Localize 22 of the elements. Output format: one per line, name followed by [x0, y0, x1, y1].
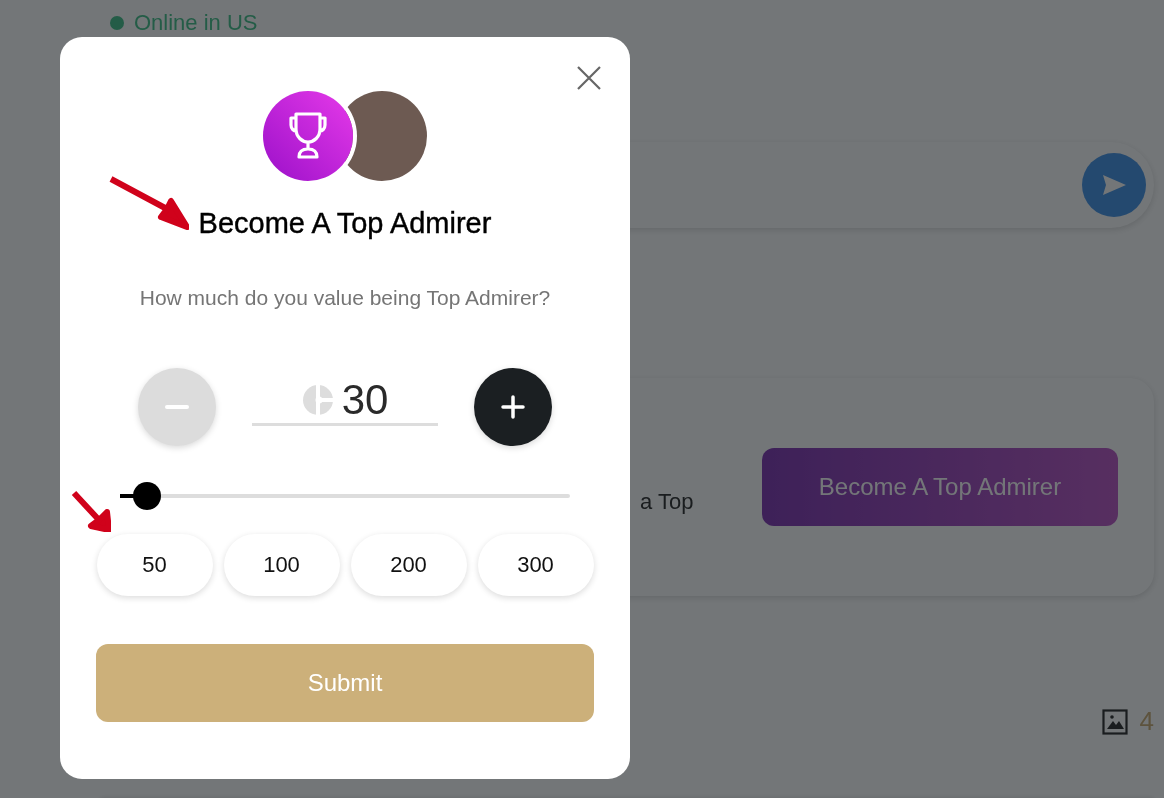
minus-icon — [165, 405, 189, 409]
annotation-arrow — [70, 490, 111, 532]
image-icon — [1101, 708, 1128, 735]
media-count: 4 — [1139, 706, 1154, 737]
trophy-icon — [288, 111, 328, 161]
question-text: How much do you value being Top Admirer? — [139, 286, 551, 310]
close-icon — [576, 65, 602, 91]
amount-slider[interactable] — [120, 482, 570, 510]
status-text: Online in US — [134, 10, 258, 36]
amount-field[interactable]: 30 — [252, 376, 438, 426]
preset-amount-button[interactable]: 100 — [223, 534, 340, 596]
preset-amount-button[interactable]: 300 — [477, 534, 594, 596]
close-button[interactable] — [576, 65, 602, 91]
preset-amount-button[interactable]: 200 — [350, 534, 467, 596]
preset-amount-button[interactable]: 50 — [96, 534, 213, 596]
send-icon — [1101, 174, 1127, 196]
promo-text: a Top — [640, 489, 695, 515]
status-dot — [110, 16, 124, 30]
plus-icon — [501, 395, 525, 419]
increment-button[interactable] — [474, 368, 552, 446]
modal-title: Become A Top Admirer — [198, 207, 492, 240]
coin-icon — [301, 383, 334, 416]
